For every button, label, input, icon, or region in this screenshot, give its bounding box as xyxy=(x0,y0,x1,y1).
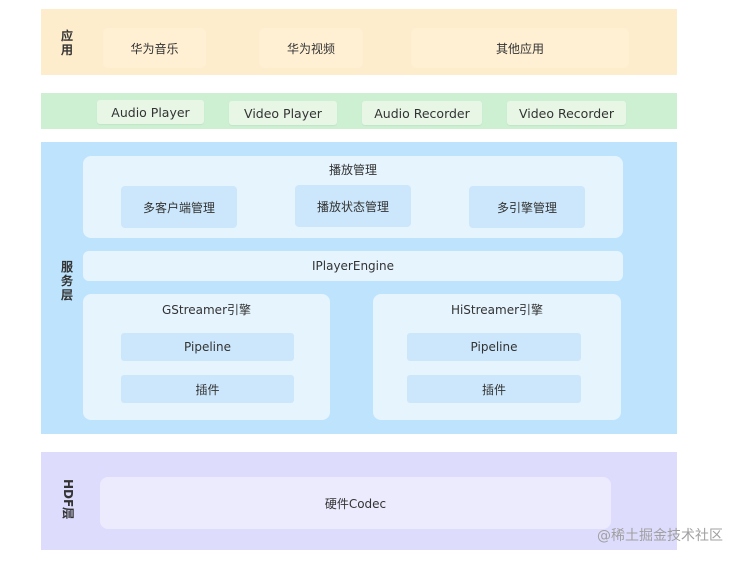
playback-state-management-box: 播放状态管理 xyxy=(295,185,411,227)
playback-management-title: 播放管理 xyxy=(328,163,377,177)
hdf-layer: HDF层 硬件Codec xyxy=(41,452,677,550)
histreamer-engine-panel: HiStreamer引擎 Pipeline 插件 xyxy=(373,294,621,420)
gstreamer-engine-panel: GStreamer引擎 Pipeline 插件 xyxy=(83,294,330,420)
gstreamer-pipeline-box: Pipeline xyxy=(121,333,294,361)
player-layer: Audio Player Video Player Audio Recorder… xyxy=(41,93,677,129)
histreamer-engine-title: HiStreamer引擎 xyxy=(450,303,544,317)
application-layer: 应 用 华为音乐 华为视频 其他应用 xyxy=(41,9,677,75)
video-recorder-box: Video Recorder xyxy=(507,101,626,125)
app-other-apps: 其他应用 xyxy=(411,28,629,68)
multi-client-management-box: 多客户端管理 xyxy=(121,186,237,228)
iplayerengine-bar: IPlayerEngine xyxy=(83,251,623,281)
hdf-layer-label: HDF层 xyxy=(61,479,75,520)
histreamer-pipeline-box: Pipeline xyxy=(407,333,581,361)
watermark-text: @稀土掘金技术社区 xyxy=(597,528,723,544)
app-huawei-music: 华为音乐 xyxy=(103,28,206,68)
gstreamer-engine-title: GStreamer引擎 xyxy=(161,303,252,317)
histreamer-plugin-box: 插件 xyxy=(407,375,581,403)
application-layer-label: 应 用 xyxy=(61,29,74,57)
app-huawei-video: 华为视频 xyxy=(259,28,363,68)
service-layer: 服 务 层 播放管理 多客户端管理 播放状态管理 多引擎管理 IPlayerEn… xyxy=(41,142,677,434)
video-player-box: Video Player xyxy=(229,101,337,125)
service-layer-label: 服 务 层 xyxy=(61,260,74,302)
playback-management-panel: 播放管理 多客户端管理 播放状态管理 多引擎管理 xyxy=(83,156,623,238)
gstreamer-plugin-box: 插件 xyxy=(121,375,294,403)
audio-recorder-box: Audio Recorder xyxy=(362,101,482,125)
multi-engine-management-box: 多引擎管理 xyxy=(469,186,585,228)
hardware-codec-box: 硬件Codec xyxy=(100,477,611,529)
audio-player-box: Audio Player xyxy=(97,100,204,124)
